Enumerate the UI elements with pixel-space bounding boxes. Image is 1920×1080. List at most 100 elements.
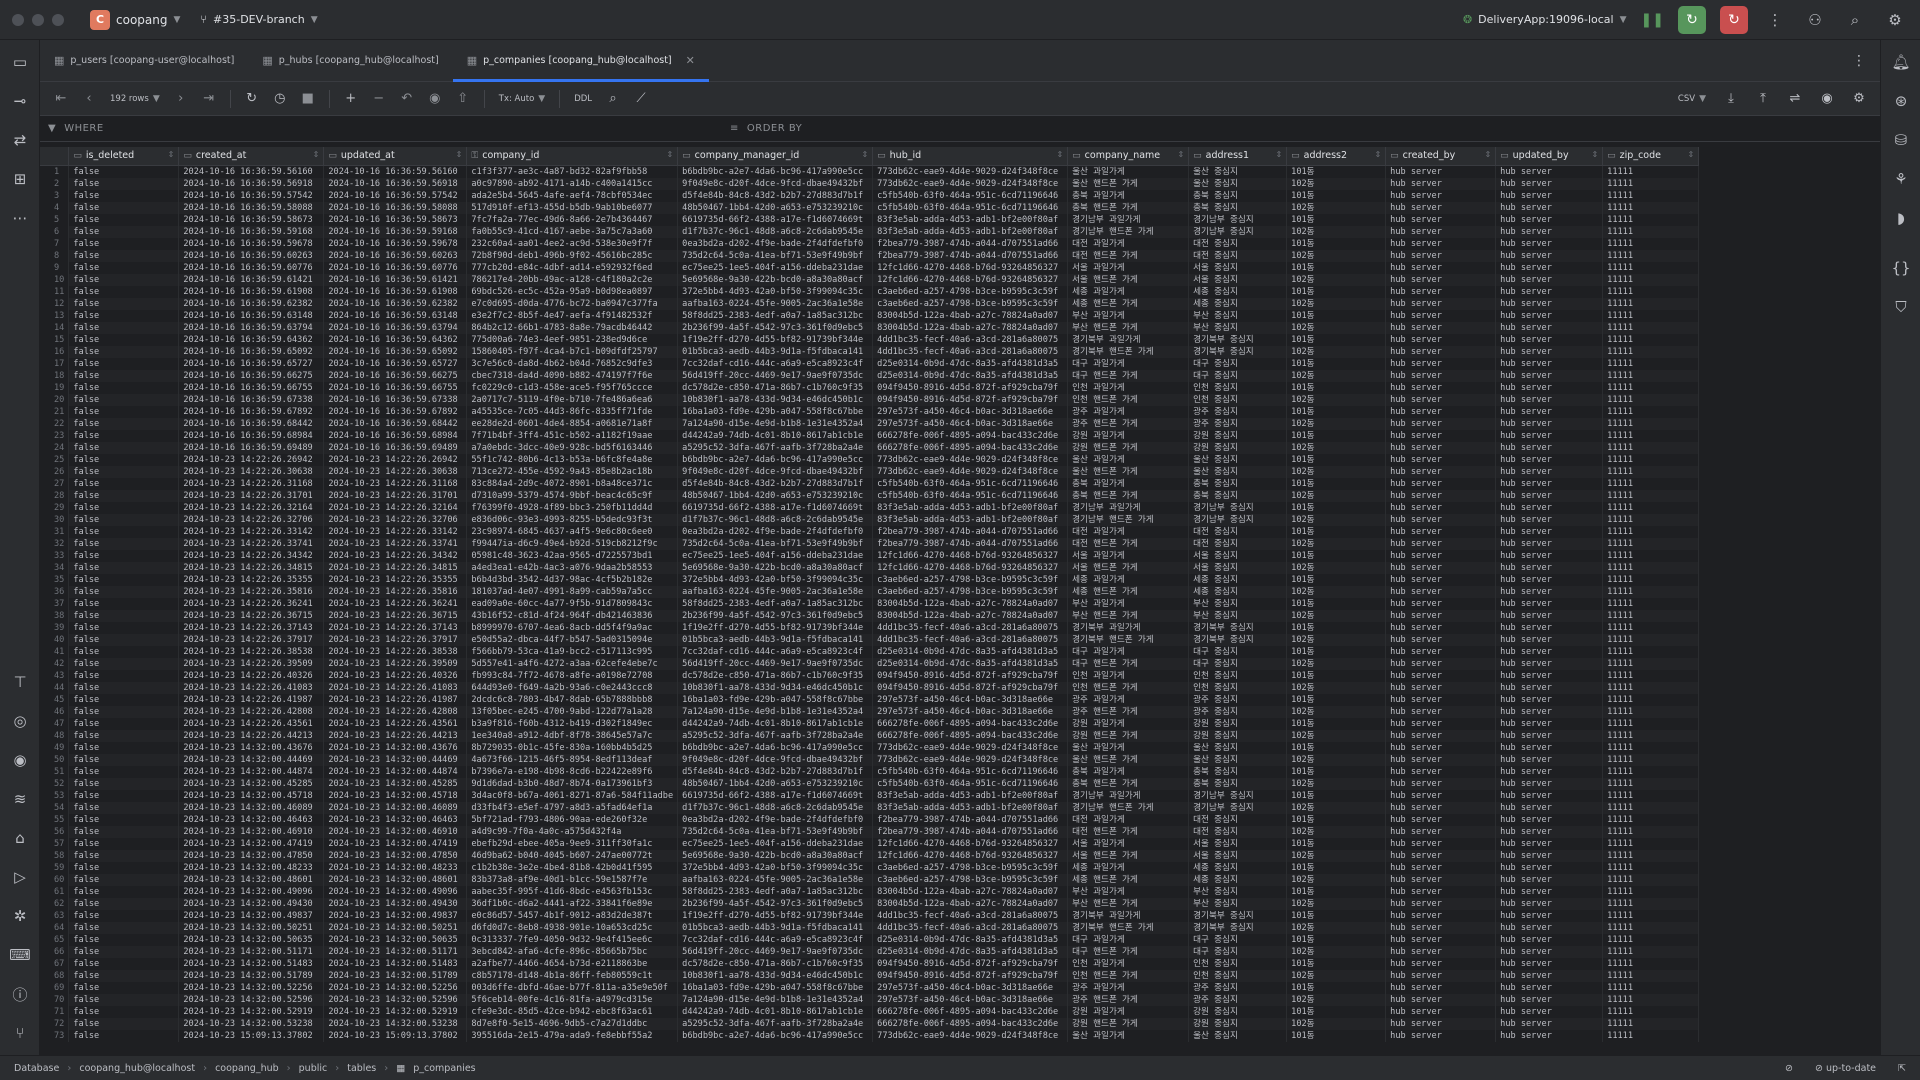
table-cell[interactable]: 58f8dd25-2383-4edf-a0a7-1a85ac312bc	[677, 597, 874, 610]
table-cell[interactable]: 대구 과일가게	[1067, 357, 1190, 370]
table-cell[interactable]: false	[68, 981, 180, 994]
table-cell[interactable]: hub server	[1495, 705, 1604, 718]
close-icon[interactable]: ✕	[686, 54, 695, 67]
table-cell[interactable]: false	[68, 741, 180, 754]
table-cell[interactable]: d25e0314-0b9d-47dc-8a35-afd4381d3a5	[872, 645, 1069, 658]
table-cell[interactable]: 2024-10-23 14:32:00.52596	[178, 993, 325, 1006]
column-header[interactable]: ▭ updated_by ⇕	[1495, 147, 1604, 166]
sort-icon[interactable]: ⇕	[1177, 150, 1184, 159]
table-cell[interactable]: hub server	[1495, 681, 1604, 694]
table-cell[interactable]: 2024-10-23 15:09:13.37802	[178, 1029, 325, 1042]
table-cell[interactable]: 4dd1bc35-fecf-40a6-a3cd-281a6a80075	[872, 921, 1069, 934]
table-cell[interactable]: 43b16f52-c81d-4f24-964f-db421463836	[466, 609, 679, 622]
table-row[interactable]: 58 false 2024-10-23 14:32:00.47850 2024-10-…	[40, 849, 1700, 862]
table-cell[interactable]: 102동	[1286, 393, 1387, 406]
table-cell[interactable]: 11111	[1602, 165, 1700, 178]
table-row[interactable]: 27 false 2024-10-23 14:22:26.31168 2024-10-…	[40, 477, 1700, 490]
table-cell[interactable]: 울산 중심지	[1188, 453, 1288, 466]
table-cell[interactable]: 인천 핸드폰 가게	[1067, 681, 1190, 694]
table-cell[interactable]: false	[68, 597, 180, 610]
table-row[interactable]: 61 false 2024-10-23 14:32:00.49096 2024-10-…	[40, 885, 1700, 898]
table-cell[interactable]: 대전 중심지	[1188, 237, 1288, 250]
table-cell[interactable]: 인천 중심지	[1188, 393, 1288, 406]
column-header[interactable]: ▭ address2 ⇕	[1286, 147, 1387, 166]
table-cell[interactable]: hub server	[1385, 585, 1497, 598]
table-cell[interactable]: 094f9450-8916-4d5d-872f-af929cba79f	[872, 393, 1069, 406]
sort-icon[interactable]: ⇕	[1591, 150, 1598, 159]
table-cell[interactable]: 충북 핸드폰 가게	[1067, 201, 1190, 214]
table-row[interactable]: 68 false 2024-10-23 14:32:00.51789 2024-10-…	[40, 969, 1700, 982]
table-cell[interactable]: 충북 중심지	[1188, 189, 1288, 202]
stop-icon[interactable]: ■	[297, 91, 319, 106]
table-cell[interactable]: hub server	[1495, 957, 1604, 970]
table-cell[interactable]: 11111	[1602, 1029, 1700, 1042]
table-cell[interactable]: ec75ee25-1ee5-404f-a156-ddeba231dae	[677, 261, 874, 274]
table-cell[interactable]: 102동	[1286, 873, 1387, 886]
json-icon[interactable]: {}	[1889, 256, 1913, 280]
breadcrumb-item[interactable]: tables	[347, 1063, 376, 1074]
table-cell[interactable]: 강원 중심지	[1188, 441, 1288, 454]
table-cell[interactable]: d5f4e84b-84c8-43d2-b2b7-27d883d7b1f	[677, 189, 874, 202]
endpoint-icon[interactable]: ⊤	[8, 670, 32, 694]
table-cell[interactable]: hub server	[1385, 1017, 1497, 1030]
table-cell[interactable]: 2024-10-23 14:32:00.47850	[323, 849, 468, 862]
table-cell[interactable]: 102동	[1286, 681, 1387, 694]
table-cell[interactable]: hub server	[1385, 873, 1497, 886]
table-cell[interactable]: f2bea779-3987-474b-a044-d707551ad66	[872, 525, 1069, 538]
table-cell[interactable]: hub server	[1385, 189, 1497, 202]
table-cell[interactable]: 11111	[1602, 597, 1700, 610]
table-cell[interactable]: 부산 과일가게	[1067, 885, 1190, 898]
more-vertical-icon[interactable]: ⋮	[1762, 7, 1788, 33]
table-cell[interactable]: 101동	[1286, 1029, 1387, 1042]
table-cell[interactable]: hub server	[1495, 165, 1604, 178]
table-cell[interactable]: 11111	[1602, 465, 1700, 478]
table-row[interactable]: 14 false 2024-10-16 16:36:59.63794 2024-10-…	[40, 321, 1700, 334]
table-row[interactable]: 64 false 2024-10-23 14:32:00.50251 2024-10-…	[40, 921, 1700, 934]
table-cell[interactable]: 2024-10-23 14:32:00.51483	[323, 957, 468, 970]
table-row[interactable]: 50 false 2024-10-23 14:32:00.44469 2024-10-…	[40, 753, 1700, 766]
table-cell[interactable]: 2024-10-16 16:36:59.67892	[323, 405, 468, 418]
table-cell[interactable]: 11111	[1602, 345, 1700, 358]
table-cell[interactable]: hub server	[1385, 945, 1497, 958]
table-cell[interactable]: 2024-10-23 14:22:26.36241	[178, 597, 325, 610]
table-cell[interactable]: 12fc1d66-4270-4468-b76d-93264856327	[872, 273, 1069, 286]
table-cell[interactable]: 강원 중심지	[1188, 729, 1288, 742]
table-cell[interactable]: hub server	[1495, 573, 1604, 586]
table-cell[interactable]: 58f8dd25-2383-4edf-a0a7-1a85ac312bc	[677, 309, 874, 322]
table-cell[interactable]: 101동	[1286, 357, 1387, 370]
table-cell[interactable]: 11111	[1602, 645, 1700, 658]
table-cell[interactable]: 11111	[1602, 393, 1700, 406]
table-row[interactable]: 41 false 2024-10-23 14:22:26.38538 2024-10-…	[40, 645, 1700, 658]
tab-p-hubs[interactable]: ▦ p_hubs [coopang_hub@localhost]	[248, 40, 452, 81]
table-cell[interactable]: fc0229c0-c1d3-458e-ace5-f95f765ccce	[466, 381, 679, 394]
table-cell[interactable]: hub server	[1495, 501, 1604, 514]
table-cell[interactable]: 3c7e56c0-da8d-4b62-b04d-76852c9dfe3	[466, 357, 679, 370]
table-cell[interactable]: 5d557e41-a4f6-4272-a3aa-62cefe4ebe7c	[466, 657, 679, 670]
table-cell[interactable]: 대전 과일가게	[1067, 525, 1190, 538]
table-cell[interactable]: c5fb540b-63f0-464a-951c-6cd71196646	[872, 201, 1069, 214]
table-row[interactable]: 2 false 2024-10-16 16:36:59.56918 2024-10-1…	[40, 177, 1700, 190]
table-cell[interactable]: hub server	[1495, 693, 1604, 706]
table-cell[interactable]: false	[68, 861, 180, 874]
table-cell[interactable]: 2024-10-23 14:22:26.33741	[323, 537, 468, 550]
table-cell[interactable]: 101동	[1286, 981, 1387, 994]
table-cell[interactable]: 102동	[1286, 537, 1387, 550]
table-cell[interactable]: 102동	[1286, 801, 1387, 814]
table-cell[interactable]: 102동	[1286, 585, 1387, 598]
table-cell[interactable]: 2024-10-23 14:22:26.37143	[178, 621, 325, 634]
table-cell[interactable]: 광주 중심지	[1188, 417, 1288, 430]
table-cell[interactable]: 2b236f99-4a5f-4542-97c3-361f0d9ebc5	[677, 321, 874, 334]
table-cell[interactable]: false	[68, 393, 180, 406]
table-cell[interactable]: c3aeb6ed-a257-4798-b3ce-b9595c3c59f	[872, 573, 1069, 586]
table-row[interactable]: 40 false 2024-10-23 14:22:26.37917 2024-10-…	[40, 633, 1700, 646]
table-row[interactable]: 46 false 2024-10-23 14:22:26.42808 2024-10-…	[40, 705, 1700, 718]
table-cell[interactable]: 4dd1bc35-fecf-40a6-a3cd-281a6a80075	[872, 333, 1069, 346]
table-cell[interactable]: 101동	[1286, 261, 1387, 274]
search-icon[interactable]: ⌕	[602, 91, 624, 106]
table-cell[interactable]: d5f4e84b-84c8-43d2-b2b7-27d883d7b1f	[677, 765, 874, 778]
column-header[interactable]: ▭ is_deleted ⇕	[68, 147, 180, 166]
table-cell[interactable]: 강원 중심지	[1188, 429, 1288, 442]
chart-icon[interactable]: ⟋	[630, 91, 652, 106]
table-row[interactable]: 60 false 2024-10-23 14:32:00.48601 2024-10-…	[40, 873, 1700, 886]
table-cell[interactable]: 2024-10-23 14:22:26.34815	[178, 561, 325, 574]
